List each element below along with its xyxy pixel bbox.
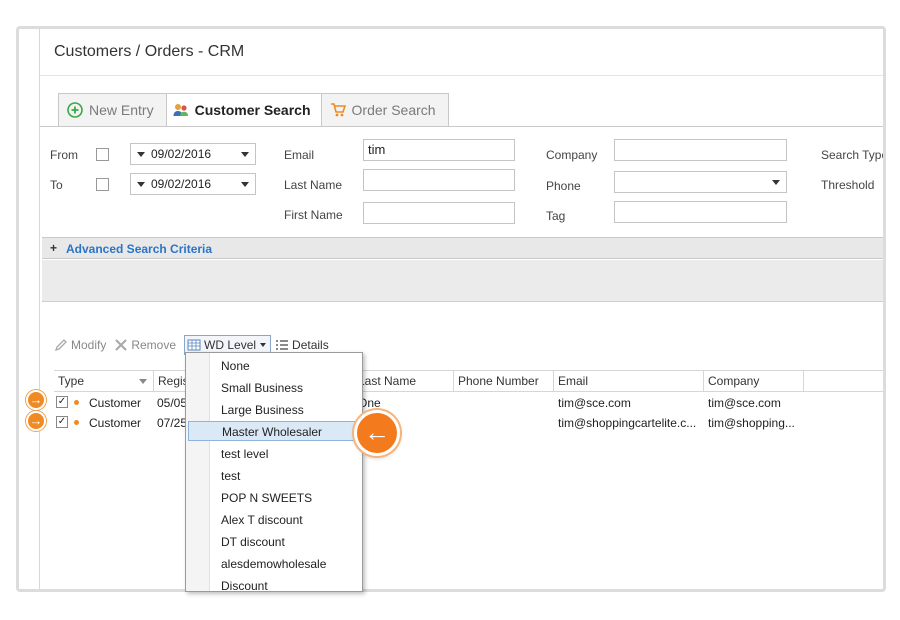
column-email-label: Email [558,374,589,388]
users-icon [173,102,189,118]
pencil-icon [54,338,68,352]
title-divider [40,75,883,76]
button-area [42,260,883,302]
search-type-label: Search Type [821,148,886,162]
status-dot [74,420,79,425]
tag-field[interactable] [614,201,787,223]
chevron-down-icon [137,182,145,187]
dropdown-item[interactable]: Discount [188,576,360,591]
dropdown-item[interactable]: test [188,466,360,486]
cell-email: tim@sce.com [558,396,631,410]
grid-header: Type Regis Last Name Phone Number Email … [54,370,883,392]
from-label: From [50,148,78,162]
threshold-label: Threshold [821,178,875,192]
dropdown-item-selected[interactable]: Master Wholesaler [188,421,360,441]
close-icon [114,338,128,352]
to-date-picker[interactable]: 09/02/2016 [130,173,256,195]
chevron-down-icon [137,152,145,157]
dropdown-item[interactable]: Small Business [188,378,360,398]
from-date-picker[interactable]: 09/02/2016 [130,143,256,165]
tab-new-entry[interactable]: New Entry [58,93,167,127]
cell-company: tim@sce.com [708,396,781,410]
cell-registered: 07/25 [157,416,188,430]
advanced-search-bar[interactable]: + Advanced Search Criteria [42,237,883,259]
to-date-value: 09/02/2016 [151,177,212,191]
table-icon [187,338,201,352]
tab-order-search-label: Order Search [351,102,436,118]
to-label: To [50,178,63,192]
row-checkbox[interactable]: ✓ [56,416,68,428]
cell-email: tim@shoppingcartelite.c... [558,416,697,430]
modify-label: Modify [71,338,107,352]
tab-customer-search[interactable]: Customer Search [165,93,322,127]
dropdown-item[interactable]: Alex T discount [188,510,360,530]
dropdown-item[interactable]: Large Business [188,400,360,420]
email-label: Email [284,148,315,162]
phone-select[interactable] [614,171,787,193]
arrow-right-icon: → [26,411,46,431]
dropdown-item[interactable]: alesdemowholesale [188,554,360,574]
status-dot [74,400,79,405]
arrow-left-icon: ← [354,410,400,456]
details-button[interactable]: Details [275,338,329,352]
sort-icon[interactable] [139,379,147,384]
table-row[interactable]: ✓ Customer 05/05 One tim@sce.com tim@sce… [54,393,883,413]
modify-button[interactable]: Modify [54,338,106,352]
expand-icon[interactable]: + [50,241,57,255]
column-company-label: Company [708,374,760,388]
column-company[interactable]: Company [704,371,804,392]
details-label: Details [292,338,329,352]
chevron-down-icon [260,343,267,347]
remove-label: Remove [131,338,177,352]
dropdown-item[interactable]: None [188,356,360,376]
chevron-down-icon [772,180,780,185]
dropdown-item[interactable]: DT discount [188,532,360,552]
email-field[interactable]: tim [363,139,515,161]
from-checkbox[interactable] [96,148,109,161]
company-label: Company [546,148,598,162]
last-name-label: Last Name [284,178,343,192]
to-checkbox[interactable] [96,178,109,191]
list-icon [275,338,289,352]
company-field[interactable] [614,139,787,161]
remove-button[interactable]: Remove [114,338,176,352]
row-checkbox[interactable]: ✓ [56,396,68,408]
from-date-value: 09/02/2016 [151,147,212,161]
cell-type: Customer [89,396,142,410]
app-window: Customers / Orders - CRM New Entry Custo… [16,26,886,592]
main-panel: Customers / Orders - CRM New Entry Custo… [39,29,883,589]
first-name-field[interactable] [363,202,515,224]
column-phone-label: Phone Number [458,374,539,388]
chevron-down-icon [241,182,249,187]
wd-level-label: WD Level [204,338,257,352]
last-name-field[interactable] [363,169,515,191]
table-row[interactable]: ✓ Customer 07/25 tim@shoppingcartelite.c… [54,413,883,433]
dropdown-item[interactable]: POP N SWEETS [188,488,360,508]
cell-registered: 05/05 [157,396,188,410]
phone-label: Phone [546,179,581,193]
arrow-right-icon: → [26,390,46,410]
plus-circle-icon [67,102,83,118]
tab-customer-search-label: Customer Search [194,102,311,118]
column-type[interactable]: Type [54,371,154,392]
tab-order-search[interactable]: Order Search [320,93,449,127]
advanced-search-link[interactable]: Advanced Search Criteria [66,242,212,256]
cell-type: Customer [89,416,142,430]
column-phone[interactable]: Phone Number [454,371,554,392]
first-name-label: First Name [284,208,343,222]
wd-level-dropdown: None Small Business Large Business Maste… [185,352,363,592]
column-last-name[interactable]: Last Name [354,371,454,392]
column-last-name-label: Last Name [358,374,417,388]
cart-icon [330,102,346,118]
page-title: Customers / Orders - CRM [54,43,245,60]
dropdown-item[interactable]: test level [188,444,360,464]
cell-company: tim@shopping... [708,416,795,430]
tag-label: Tag [546,209,566,223]
chevron-down-icon [241,152,249,157]
column-email[interactable]: Email [554,371,704,392]
tab-new-entry-label: New Entry [89,102,154,118]
column-type-label: Type [58,374,85,388]
tab-bar: New Entry Customer Search Order Search [58,93,449,127]
tab-divider [40,126,883,127]
